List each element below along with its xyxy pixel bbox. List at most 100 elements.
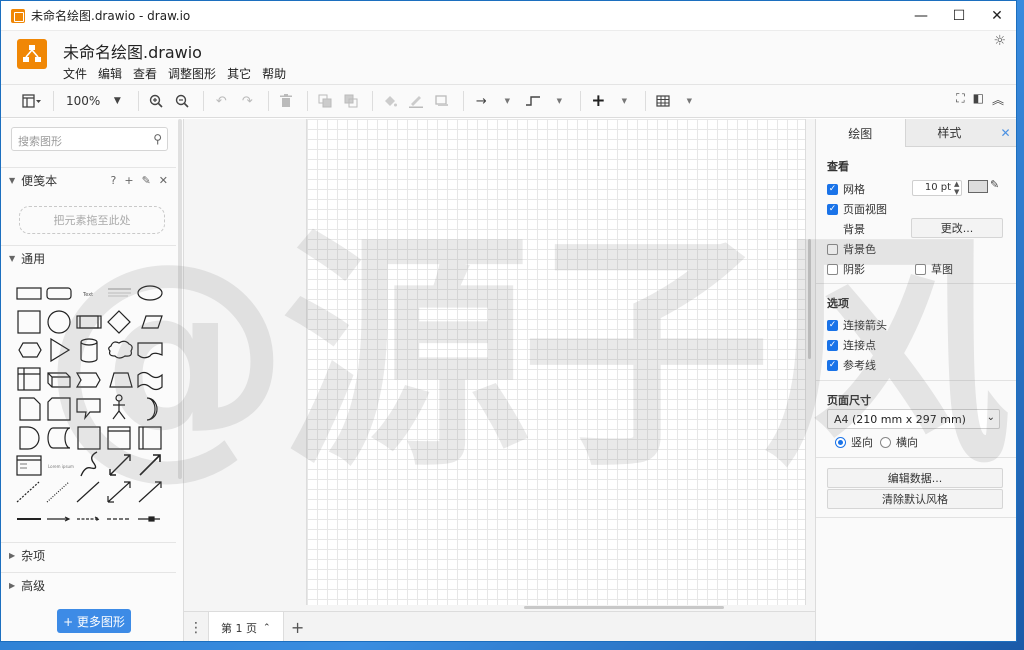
toolbar-divider bbox=[580, 91, 582, 111]
page-view-checkbox[interactable]: ✓ bbox=[827, 203, 838, 215]
change-background-button[interactable]: 更改... bbox=[911, 218, 1003, 238]
landscape-radio[interactable] bbox=[880, 436, 891, 448]
minimize-button[interactable]: — bbox=[902, 1, 940, 31]
landscape-option[interactable]: 横向 bbox=[880, 434, 918, 450]
edit-data-button[interactable]: 编辑数据... bbox=[827, 468, 1003, 488]
clear-default-style-button[interactable]: 清除默认风格 bbox=[827, 489, 1003, 509]
fill-color-icon[interactable] bbox=[379, 89, 401, 113]
close-button[interactable]: ✕ bbox=[978, 1, 1016, 31]
grid-color-pencil-icon[interactable]: ✎ bbox=[990, 178, 999, 191]
zoom-out-icon[interactable] bbox=[171, 89, 193, 113]
grid-size-stepper[interactable]: ▲ ▼ bbox=[954, 180, 959, 196]
insert-plus-icon[interactable]: + bbox=[587, 89, 609, 113]
guides-option[interactable]: ✓ 参考线 bbox=[827, 357, 876, 373]
edit-pencil-icon[interactable]: ✎ bbox=[142, 174, 151, 187]
drawio-logo bbox=[17, 39, 47, 69]
menu-arrange[interactable]: 调整图形 bbox=[168, 65, 216, 82]
to-back-icon[interactable] bbox=[340, 89, 362, 113]
svg-text:Text: Text bbox=[82, 292, 93, 298]
tab-diagram[interactable]: 绘图 bbox=[816, 119, 905, 147]
chevron-up-icon[interactable]: ⌃ bbox=[263, 623, 271, 633]
menu-edit[interactable]: 编辑 bbox=[98, 65, 122, 82]
tab-style[interactable]: 样式 bbox=[904, 119, 994, 147]
drawing-page[interactable] bbox=[306, 119, 806, 605]
menu-extras[interactable]: 其它 bbox=[227, 65, 251, 82]
grid-option[interactable]: ✓ 网格 bbox=[827, 181, 865, 197]
toolbar-right: ⛶ ◧ ︽ bbox=[956, 91, 1004, 108]
general-header[interactable]: ▼ 通用 bbox=[1, 245, 176, 271]
page-size-select[interactable]: A4 (210 mm x 297 mm) ⌄ bbox=[827, 409, 1000, 429]
connection-points-option[interactable]: ✓ 连接点 bbox=[827, 337, 876, 353]
theme-sun-icon[interactable]: ☼ bbox=[993, 33, 1006, 49]
toolbar-divider bbox=[53, 91, 54, 111]
horizontal-scrollbar[interactable] bbox=[524, 606, 724, 609]
to-front-icon[interactable] bbox=[314, 89, 336, 113]
expand-triangle-icon: ▼ bbox=[9, 254, 16, 263]
file-name[interactable]: 未命名绘图.drawio bbox=[63, 39, 202, 63]
scratchpad-header[interactable]: ▼ 便笺本 ? + ✎ ✕ bbox=[1, 167, 176, 193]
shape-palette[interactable]: Text Lorem ipsum bbox=[13, 280, 173, 525]
close-panel-icon[interactable]: ✕ bbox=[993, 119, 1016, 147]
sketch-checkbox[interactable] bbox=[915, 263, 926, 275]
add-page-icon[interactable]: + bbox=[284, 618, 312, 637]
waypoint-style-icon[interactable] bbox=[522, 89, 544, 113]
connection-arrows-option[interactable]: ✓ 连接箭头 bbox=[827, 317, 887, 333]
background-label: 背景 bbox=[843, 223, 865, 236]
section-divider bbox=[816, 457, 1016, 458]
help-icon[interactable]: ? bbox=[111, 174, 117, 187]
page-tab-1[interactable]: 第 1 页 ⌃ bbox=[208, 612, 284, 641]
vertical-scrollbar[interactable] bbox=[808, 239, 811, 359]
diagram-canvas[interactable] bbox=[184, 119, 815, 611]
connection-points-checkbox[interactable]: ✓ bbox=[827, 339, 838, 351]
guides-checkbox[interactable]: ✓ bbox=[827, 359, 838, 371]
advanced-header[interactable]: ▶ 高级 bbox=[1, 572, 176, 598]
search-input[interactable]: 搜索图形 ⚲ bbox=[11, 127, 168, 151]
zoom-in-icon[interactable] bbox=[145, 89, 167, 113]
connection-arrow-icon[interactable]: → bbox=[470, 89, 492, 113]
view-section-title: 查看 bbox=[827, 160, 849, 173]
fullscreen-icon[interactable]: ⛶ bbox=[956, 91, 964, 108]
format-tabs: 绘图 样式 ✕ bbox=[816, 119, 1016, 147]
insert-dropdown-icon[interactable]: ▼ bbox=[613, 89, 635, 113]
zoom-level[interactable]: 100% bbox=[66, 94, 100, 108]
connection-arrows-checkbox[interactable]: ✓ bbox=[827, 319, 838, 331]
delete-icon[interactable] bbox=[275, 89, 297, 113]
app-window: 未命名绘图.drawio - draw.io — ☐ ✕ 未命名绘图.drawi… bbox=[0, 0, 1017, 642]
grid-color-swatch[interactable] bbox=[968, 180, 988, 193]
zoom-dropdown-icon[interactable]: ▼ bbox=[106, 89, 128, 113]
menu-view[interactable]: 查看 bbox=[133, 65, 157, 82]
shadow-icon[interactable] bbox=[431, 89, 453, 113]
background-color-option[interactable]: 背景色 bbox=[827, 241, 876, 257]
pages-menu-icon[interactable]: ⋮ bbox=[184, 620, 208, 636]
table-icon[interactable] bbox=[652, 89, 674, 113]
sketch-option[interactable]: 草图 bbox=[915, 261, 953, 277]
waypoint-dropdown-icon[interactable]: ▼ bbox=[548, 89, 570, 113]
collapse-icon[interactable]: ︽ bbox=[992, 91, 1004, 108]
background-color-checkbox[interactable] bbox=[827, 243, 838, 255]
page-view-option[interactable]: ✓ 页面视图 bbox=[827, 201, 887, 217]
portrait-option[interactable]: 竖向 bbox=[835, 434, 873, 450]
left-panel-scrollbar[interactable] bbox=[178, 119, 182, 479]
format-panel-toggle-icon[interactable]: ◧ bbox=[973, 91, 984, 108]
undo-icon[interactable]: ↶ bbox=[210, 89, 232, 113]
more-shapes-button[interactable]: + 更多图形 bbox=[57, 609, 131, 633]
scratchpad-drop-zone[interactable]: 把元素拖至此处 bbox=[19, 206, 165, 234]
grid-checkbox[interactable]: ✓ bbox=[827, 183, 838, 195]
close-icon[interactable]: ✕ bbox=[159, 174, 168, 187]
menu-help[interactable]: 帮助 bbox=[262, 65, 286, 82]
line-color-icon[interactable] bbox=[405, 89, 427, 113]
table-dropdown-icon[interactable]: ▼ bbox=[678, 89, 700, 113]
maximize-button[interactable]: ☐ bbox=[940, 1, 978, 31]
search-icon[interactable]: ⚲ bbox=[153, 132, 162, 146]
redo-icon[interactable]: ↷ bbox=[236, 89, 258, 113]
shadow-checkbox[interactable] bbox=[827, 263, 838, 275]
expand-triangle-icon: ▼ bbox=[9, 176, 16, 185]
collapsed-triangle-icon: ▶ bbox=[9, 551, 16, 560]
shadow-option[interactable]: 阴影 bbox=[827, 261, 865, 277]
menu-file[interactable]: 文件 bbox=[63, 65, 87, 82]
add-icon[interactable]: + bbox=[124, 174, 133, 187]
misc-header[interactable]: ▶ 杂项 bbox=[1, 542, 176, 568]
portrait-radio[interactable] bbox=[835, 436, 846, 448]
panel-layout-icon[interactable] bbox=[21, 89, 43, 113]
connection-dropdown-icon[interactable]: ▼ bbox=[496, 89, 518, 113]
